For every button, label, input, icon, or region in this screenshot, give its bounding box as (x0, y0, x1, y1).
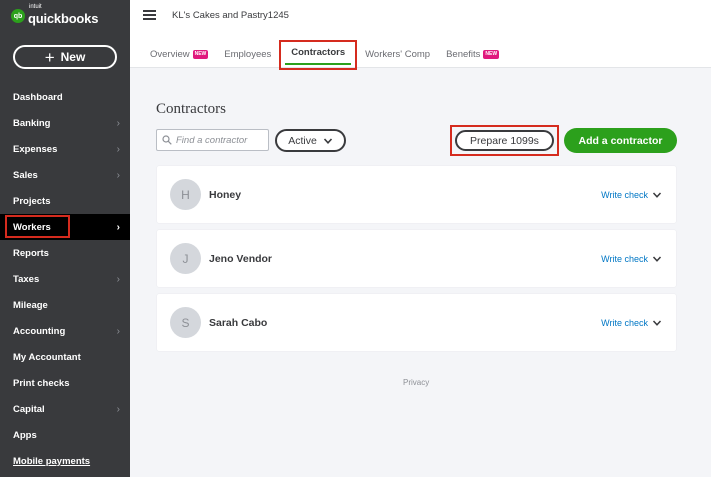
avatar: S (170, 307, 201, 338)
contractor-name[interactable]: Honey (209, 189, 241, 201)
sidebar-item-mileage[interactable]: Mileage (0, 292, 130, 318)
search-icon (162, 135, 172, 145)
quickbooks-logo[interactable]: qb intuit quickbooks (11, 3, 99, 26)
workers-tabs: Overview NEW Employees Contractors Worke… (142, 40, 507, 70)
new-button-label: New (60, 50, 86, 64)
sidebar-item-reports[interactable]: Reports (0, 240, 130, 266)
qb-logo-icon: qb (11, 9, 25, 23)
chevron-right-icon: › (116, 169, 120, 181)
filter-label: Active (288, 134, 317, 147)
new-button[interactable]: + New (13, 45, 117, 69)
contractor-row[interactable]: H Honey Write check (157, 166, 676, 223)
prepare-1099s-highlight-box: Prepare 1099s (450, 125, 559, 156)
sidebar-item-workers[interactable]: Workers › (0, 214, 130, 240)
write-check-link[interactable]: Write check (601, 190, 648, 200)
privacy-link[interactable]: Privacy (403, 378, 429, 387)
page-title: Contractors (156, 101, 226, 117)
sidebar-item-taxes[interactable]: Taxes › (0, 266, 130, 292)
tab-contractors[interactable]: Contractors (279, 40, 358, 70)
sidebar-item-my-accountant[interactable]: My Accountant (0, 344, 130, 370)
sidebar-item-banking[interactable]: Banking › (0, 110, 130, 136)
sidebar-item-capital[interactable]: Capital › (0, 396, 130, 422)
chevron-right-icon: › (116, 117, 120, 129)
workers-highlight-box (5, 215, 70, 238)
new-badge: NEW (192, 50, 209, 59)
contractor-row[interactable]: S Sarah Cabo Write check (157, 294, 676, 351)
status-filter-dropdown[interactable]: Active (275, 129, 346, 152)
chevron-right-icon: › (116, 273, 120, 285)
search-box[interactable] (156, 129, 269, 151)
logo-intuit-text: intuit (29, 3, 42, 10)
sidebar-item-print-checks[interactable]: Print checks (0, 370, 130, 396)
chevron-down-icon[interactable] (652, 254, 662, 264)
tab-benefits[interactable]: Benefits NEW (438, 42, 507, 68)
write-check-link[interactable]: Write check (601, 254, 648, 264)
add-contractor-button[interactable]: Add a contractor (564, 128, 677, 153)
contractor-name[interactable]: Sarah Cabo (209, 317, 267, 329)
prepare-1099s-button[interactable]: Prepare 1099s (455, 130, 554, 151)
sidebar-item-apps[interactable]: Apps (0, 422, 130, 448)
chevron-down-icon[interactable] (652, 190, 662, 200)
chevron-down-icon (323, 137, 332, 144)
search-input[interactable] (176, 134, 264, 146)
contractor-name[interactable]: Jeno Vendor (209, 253, 272, 265)
sidebar-item-expenses[interactable]: Expenses › (0, 136, 130, 162)
chevron-right-icon: › (116, 403, 120, 415)
tab-workers-comp[interactable]: Workers' Comp (357, 42, 438, 68)
new-badge: NEW (483, 50, 500, 59)
sidebar-item-mobile-payments[interactable]: Mobile payments (0, 448, 130, 474)
avatar: H (170, 179, 201, 210)
sidebar-item-dashboard[interactable]: Dashboard (0, 84, 130, 110)
sidebar-item-accounting[interactable]: Accounting › (0, 318, 130, 344)
top-header: KL's Cakes and Pastry1245 Overview NEW E… (130, 0, 711, 70)
sidebar-item-sales[interactable]: Sales › (0, 162, 130, 188)
hamburger-icon[interactable] (143, 10, 156, 20)
chevron-down-icon[interactable] (652, 318, 662, 328)
sidebar: qb intuit quickbooks + New Dashboard Ban… (0, 0, 130, 477)
avatar: J (170, 243, 201, 274)
company-name: KL's Cakes and Pastry1245 (172, 10, 289, 21)
logo-wordmark: quickbooks (28, 10, 99, 26)
contractor-row[interactable]: J Jeno Vendor Write check (157, 230, 676, 287)
tab-employees[interactable]: Employees (216, 42, 279, 68)
chevron-right-icon: › (116, 221, 120, 233)
chevron-right-icon: › (116, 325, 120, 337)
plus-icon: + (44, 47, 55, 67)
sidebar-nav: Dashboard Banking › Expenses › Sales › P… (0, 84, 130, 474)
chevron-right-icon: › (116, 143, 120, 155)
sidebar-item-projects[interactable]: Projects (0, 188, 130, 214)
tab-overview[interactable]: Overview NEW (142, 42, 216, 68)
write-check-link[interactable]: Write check (601, 318, 648, 328)
